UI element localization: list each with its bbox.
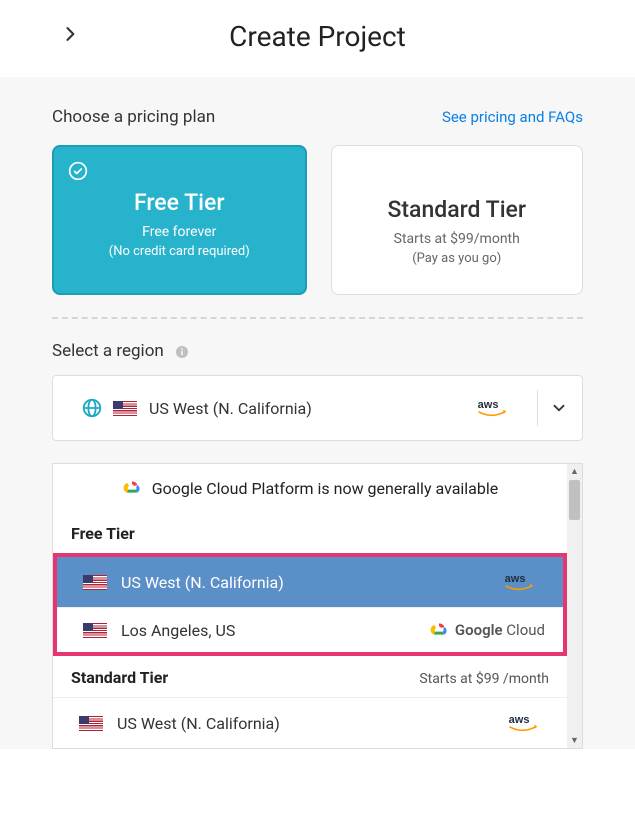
us-flag-icon [113, 401, 137, 416]
pricing-faq-link[interactable]: See pricing and FAQs [442, 108, 583, 126]
scroll-up-arrow[interactable]: ▲ [567, 464, 582, 479]
region-dropdown: ▲ ▼ Google Cloud Platform is now general… [52, 463, 583, 749]
group-price: Starts at $99 /month [419, 671, 549, 687]
region-select[interactable]: US West (N. California) [52, 375, 583, 441]
group-header-standard: Standard Tier Starts at $99 /month [53, 656, 567, 697]
region-option-uswest-aws-std[interactable]: US West (N. California) [53, 697, 567, 748]
option-text: US West (N. California) [117, 714, 505, 733]
group-header-free: Free Tier [53, 512, 567, 553]
plan-title: Standard Tier [344, 196, 571, 223]
region-selected-text: US West (N. California) [149, 399, 467, 418]
chevron-down-icon[interactable] [550, 399, 568, 417]
plan-card-free[interactable]: Free Tier Free forever (No credit card r… [52, 145, 307, 295]
us-flag-icon [83, 623, 107, 638]
region-option-la-gcp[interactable]: Los Angeles, US Google Cloud [57, 607, 563, 652]
gcloud-icon [122, 478, 142, 498]
plan-title: Free Tier [66, 189, 293, 216]
scrollbar-thumb[interactable] [569, 480, 580, 520]
region-option-uswest-aws[interactable]: US West (N. California) [57, 557, 563, 607]
region-label: Select a region [52, 341, 164, 361]
scrollbar[interactable]: ▲ ▼ [567, 464, 582, 748]
aws-logo [505, 710, 549, 736]
pricing-cards: Free Tier Free forever (No credit card r… [52, 145, 583, 295]
group-name: Free Tier [71, 524, 135, 543]
back-button[interactable] [60, 24, 80, 44]
pricing-label: Choose a pricing plan [52, 107, 215, 127]
separator [537, 390, 538, 426]
main-content: Choose a pricing plan See pricing and FA… [0, 77, 635, 749]
option-text: Los Angeles, US [121, 621, 429, 640]
scroll-down-arrow[interactable]: ▼ [567, 733, 582, 748]
option-text: US West (N. California) [121, 573, 501, 592]
plan-note: (Pay as you go) [344, 251, 571, 266]
plan-card-standard[interactable]: Standard Tier Starts at $99/month (Pay a… [331, 145, 584, 295]
highlight-box: US West (N. California) Los Angeles, US … [53, 553, 567, 656]
group-name: Standard Tier [71, 668, 168, 687]
header: Create Project [0, 0, 635, 77]
banner-text: Google Cloud Platform is now generally a… [152, 479, 499, 498]
globe-icon [81, 397, 103, 419]
plan-sub: Starts at $99/month [344, 231, 571, 247]
info-icon[interactable] [174, 344, 190, 360]
check-icon [68, 161, 88, 181]
aws-logo [501, 569, 545, 595]
plan-sub: Free forever [66, 224, 293, 240]
divider [52, 317, 583, 319]
plan-note: (No credit card required) [66, 244, 293, 259]
us-flag-icon [79, 716, 103, 731]
page-title: Create Project [0, 20, 635, 53]
gcp-banner: Google Cloud Platform is now generally a… [53, 464, 567, 512]
us-flag-icon [83, 575, 107, 590]
aws-logo [467, 395, 525, 421]
gcloud-icon [429, 620, 449, 640]
gcloud-logo: Google Cloud [429, 620, 545, 640]
